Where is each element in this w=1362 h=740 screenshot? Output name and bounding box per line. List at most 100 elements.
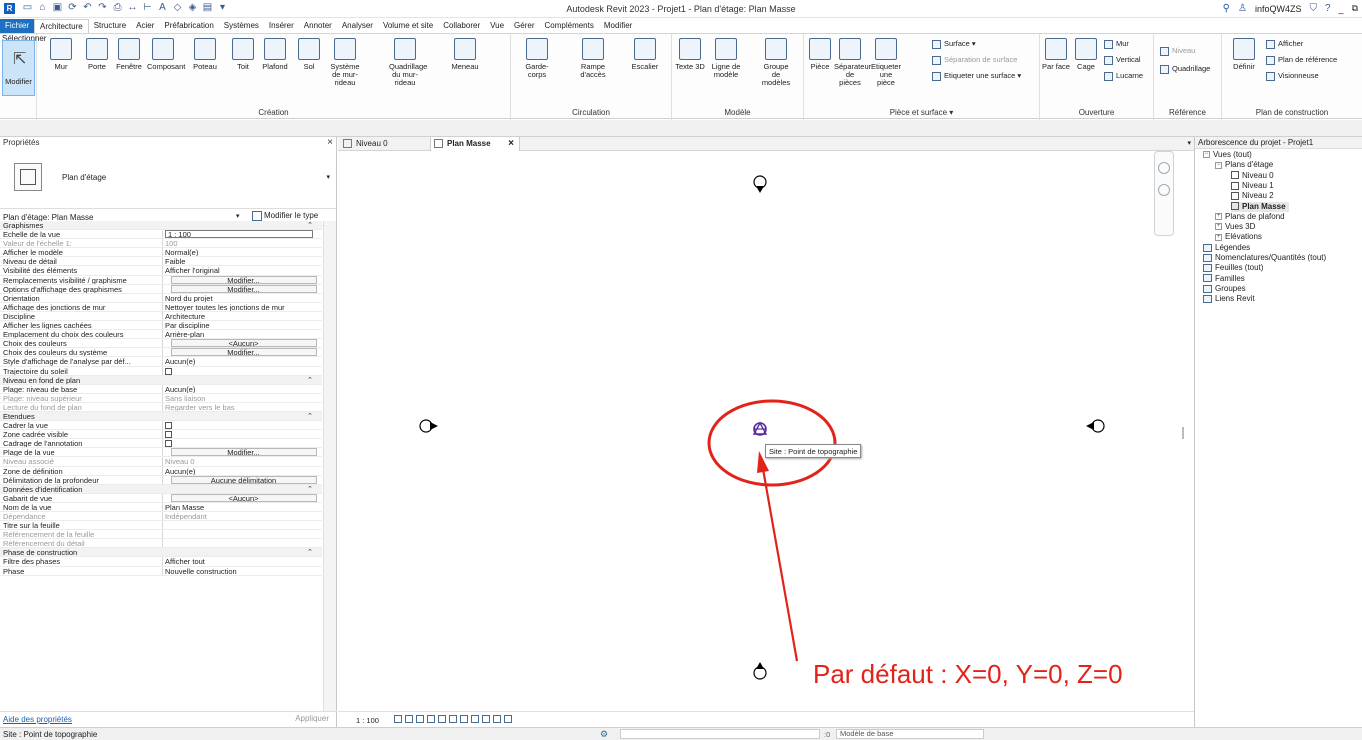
minimize-icon[interactable]: _	[1339, 4, 1344, 14]
restore-icon[interactable]: ⧉	[1352, 3, 1358, 14]
checkbox[interactable]	[165, 422, 172, 430]
creation-button-9[interactable]: Quadrillage du mur-rideau	[389, 38, 427, 87]
browser-node[interactable]: Nomenclatures/Quantités (tout)	[1203, 253, 1326, 263]
tab-fichier[interactable]: Fichier	[0, 19, 35, 33]
browser-node[interactable]: Plan Masse	[1231, 201, 1289, 212]
reveal-hidden-icon[interactable]	[471, 715, 479, 723]
expand-icon[interactable]: +	[1215, 223, 1222, 231]
property-value[interactable]: Afficher tout	[163, 557, 322, 565]
text-icon[interactable]: A	[157, 2, 168, 14]
lock-3d-icon[interactable]	[482, 715, 490, 723]
checkbox[interactable]	[165, 431, 172, 439]
browser-node[interactable]: Groupes	[1203, 284, 1246, 294]
browser-node[interactable]: Liens Revit	[1203, 294, 1255, 304]
property-button[interactable]: Modifier...	[163, 448, 322, 456]
tab-plan-masse[interactable]: Plan Masse ×	[430, 137, 520, 151]
property-button[interactable]: Modifier...	[163, 348, 322, 356]
tab-acier[interactable]: Acier	[131, 19, 159, 33]
binoculars-icon[interactable]: ⚲	[1223, 3, 1230, 14]
properties-scrollbar[interactable]	[323, 221, 336, 711]
model-button-1[interactable]: Ligne de modèle	[710, 38, 742, 79]
collapse-chevron-icon[interactable]: ⌃	[300, 485, 320, 493]
creation-button-8[interactable]: Système de mur-rideau	[329, 38, 361, 87]
chevron-down-icon[interactable]: ▾	[326, 173, 330, 181]
room-button-1[interactable]: Séparateur de pièces	[834, 38, 871, 87]
property-value[interactable]: Architecture	[163, 312, 322, 320]
revit-logo-icon[interactable]: R	[4, 3, 15, 14]
steering-wheel-icon[interactable]	[1158, 162, 1170, 174]
creation-button-5[interactable]: Toit	[227, 38, 259, 71]
property-value[interactable]: Afficher l'original	[163, 266, 322, 274]
circulation-button-0[interactable]: Garde-corps	[521, 38, 553, 79]
view-icon[interactable]	[1231, 171, 1239, 180]
open-icon[interactable]: ⌂	[37, 2, 48, 14]
tab-compl-ments[interactable]: Compléments	[540, 19, 599, 33]
wall-opening-button[interactable]: Mur	[1104, 39, 1129, 49]
creation-button-3[interactable]: Composant	[147, 38, 185, 71]
zoom-icon[interactable]	[1158, 184, 1170, 196]
tab-syst-mes[interactable]: Systèmes	[219, 19, 264, 33]
creation-button-10[interactable]: Meneau	[449, 38, 481, 71]
cart-icon[interactable]: ⛉	[1309, 3, 1317, 14]
browser-node[interactable]: Niveau 2	[1231, 191, 1274, 201]
drawing-area[interactable]: Site : Point de topographie Par défaut :…	[338, 151, 1194, 717]
browser-node[interactable]: − Plans d'étage	[1215, 160, 1273, 170]
property-section[interactable]: Niveau en fond de plan ⌃	[0, 375, 322, 385]
expand-icon[interactable]: +	[1215, 233, 1222, 241]
creation-button-6[interactable]: Plafond	[259, 38, 291, 71]
room-button-2[interactable]: Etiqueter une pièce	[870, 38, 902, 87]
view-icon[interactable]	[1231, 192, 1239, 201]
property-value[interactable]: Par discipline	[163, 321, 322, 329]
save-icon[interactable]: ▣	[52, 2, 63, 14]
tab-niveau-0[interactable]: Niveau 0	[340, 137, 426, 151]
worksets-select[interactable]	[620, 729, 820, 739]
browser-node[interactable]: + Vues 3D	[1215, 222, 1255, 232]
creation-button-7[interactable]: Sol	[293, 38, 325, 71]
property-value[interactable]: Nord du projet	[163, 294, 322, 302]
checkbox[interactable]	[165, 367, 172, 375]
property-checkbox[interactable]	[163, 421, 322, 430]
analytical-model-icon[interactable]	[493, 715, 501, 723]
tab-annoter[interactable]: Annoter	[299, 19, 337, 33]
elevation-marker-north[interactable]	[753, 175, 767, 193]
circulation-button-1[interactable]: Rampe d'accès	[577, 38, 609, 79]
reference-plane-button[interactable]: Plan de référence	[1266, 55, 1337, 65]
property-checkbox[interactable]	[163, 430, 322, 439]
close-icon[interactable]: ×	[327, 137, 333, 148]
measure-icon[interactable]: ↔	[127, 2, 138, 14]
new-file-icon[interactable]: ▭	[22, 2, 33, 14]
browser-node[interactable]: Familles	[1203, 274, 1245, 284]
modify-button[interactable]: ⇱ Modifier	[2, 40, 35, 96]
property-value[interactable]: Normal(e)	[163, 248, 322, 256]
opening-button-0[interactable]: Par face	[1040, 38, 1072, 71]
property-value[interactable]: Aucun(e)	[163, 467, 322, 475]
tab-collaborer[interactable]: Collaborer	[438, 19, 485, 33]
dormer-button[interactable]: Lucarne	[1104, 71, 1143, 81]
tab-modifier[interactable]: Modifier	[599, 19, 637, 33]
view-icon[interactable]	[1231, 202, 1239, 211]
browser-node[interactable]: Légendes	[1203, 243, 1250, 253]
tab-vue[interactable]: Vue	[485, 19, 509, 33]
opening-button-1[interactable]: Cage	[1070, 38, 1102, 71]
property-section[interactable]: Etendues ⌃	[0, 411, 322, 422]
room-area-group-label[interactable]: Pièce et surface ▾	[804, 108, 1039, 117]
browser-node[interactable]: Niveau 0	[1231, 171, 1274, 181]
viewer-button[interactable]: Visionneuse	[1266, 71, 1319, 81]
model-button-0[interactable]: Texte 3D	[674, 38, 706, 71]
filter-chevron-icon[interactable]: ▾	[236, 212, 240, 220]
customize-qat-icon[interactable]: ▾	[217, 2, 228, 14]
browser-node[interactable]: Feuilles (tout)	[1203, 263, 1263, 273]
property-input[interactable]: 1 : 100	[163, 230, 322, 238]
collapse-icon[interactable]: −	[1215, 161, 1222, 169]
collapse-icon[interactable]: −	[1203, 151, 1210, 159]
property-value[interactable]	[163, 521, 322, 529]
level-button[interactable]: Niveau	[1160, 46, 1195, 56]
tab-ins-rer[interactable]: Insérer	[264, 19, 299, 33]
tab-architecture[interactable]: Architecture	[34, 19, 89, 33]
property-section[interactable]: Phase de construction ⌃	[0, 548, 322, 558]
property-button[interactable]: Aucune délimitation	[163, 475, 322, 484]
property-section[interactable]: Graphismes ⌃	[0, 221, 322, 231]
elevation-marker-south[interactable]	[753, 662, 767, 680]
set-work-plane-button[interactable]: Définir	[1228, 38, 1260, 71]
tab-analyser[interactable]: Analyser	[337, 19, 378, 33]
